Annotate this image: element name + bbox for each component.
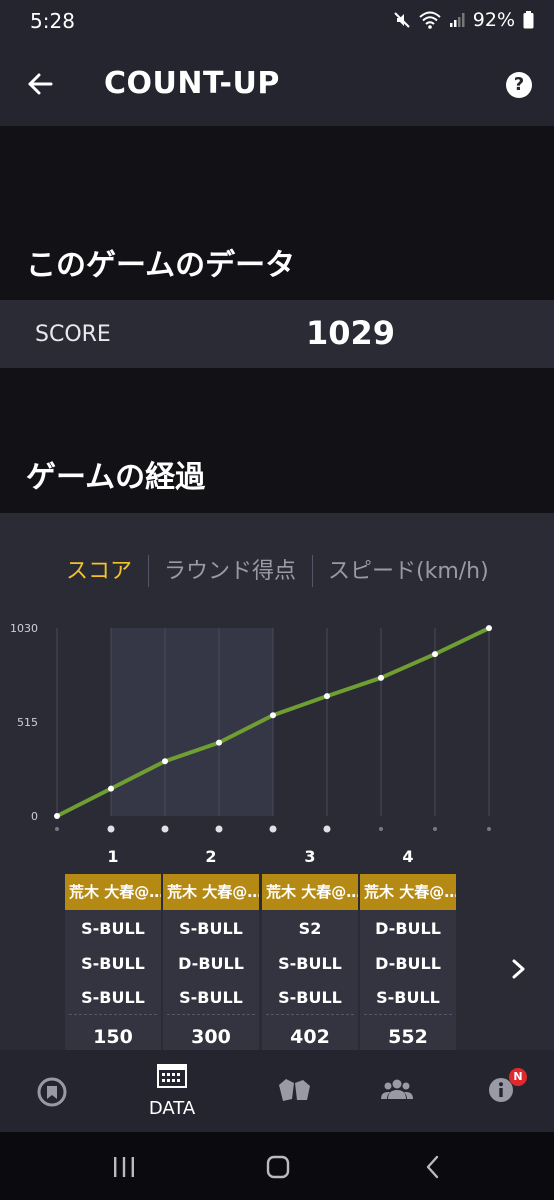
divider (69, 1014, 157, 1015)
data-point (324, 693, 330, 700)
calendar-icon (157, 1064, 187, 1088)
round-dot (487, 827, 491, 831)
round-number: 4 (402, 847, 414, 866)
data-point (108, 785, 114, 792)
round-card[interactable]: 荒木 大春@… S-BULL D-BULL S-BULL 300 (163, 874, 259, 1054)
nav-item-versus[interactable] (239, 1050, 349, 1132)
score-label: SCORE (35, 322, 111, 347)
round-total: 150 (93, 1026, 133, 1048)
data-point (54, 813, 60, 819)
round-dot (107, 825, 115, 833)
round-total: 300 (191, 1026, 231, 1048)
y-tick-label: 515 (17, 716, 38, 729)
status-icons: 92% (393, 9, 534, 31)
round-dot (161, 825, 169, 833)
versus-icon (279, 1079, 310, 1101)
dart-2: D-BULL (375, 954, 441, 973)
player-name: 荒木 大春@… (163, 874, 259, 910)
bottom-nav: DATA N (0, 1050, 554, 1132)
dart-3: S-BULL (179, 988, 243, 1007)
chevron-right-icon[interactable] (508, 955, 530, 983)
app-bar: COUNT-UP ? (0, 44, 554, 126)
data-point (432, 651, 438, 658)
highlight-band (111, 628, 273, 816)
dart-2: D-BULL (178, 954, 244, 973)
battery-icon (523, 11, 534, 29)
tab-divider (148, 555, 149, 587)
dart-3: S-BULL (376, 988, 440, 1007)
graph-tabs: スコア ラウンド得点 スピード(km/h) (0, 553, 554, 589)
this-game-title: このゲームのデータ (26, 248, 296, 283)
dart-1: D-BULL (375, 919, 441, 938)
system-nav-bar (0, 1132, 554, 1200)
dart-1: S-BULL (81, 919, 145, 938)
round-dot (55, 827, 59, 831)
nav-item-data[interactable]: DATA (117, 1050, 227, 1132)
score-value: 1029 (306, 314, 396, 352)
graph-panel: スコア ラウンド得点 スピード(km/h) 1030 515 0 1 2 3 4 荒… (0, 513, 554, 1054)
dart-1: S-BULL (179, 919, 243, 938)
friends-icon (381, 1079, 413, 1099)
player-name: 荒木 大春@… (360, 874, 456, 910)
round-dot (323, 825, 331, 833)
dart-3: S-BULL (278, 988, 342, 1007)
score-chart: 1030 515 0 (10, 622, 492, 833)
nav-item-friends[interactable] (342, 1050, 452, 1132)
round-card[interactable]: 荒木 大春@… S2 S-BULL S-BULL 402 (262, 874, 358, 1054)
recent-apps-icon[interactable] (112, 1156, 136, 1178)
round-dot (379, 827, 383, 831)
this-game-section: このゲームのデータ (0, 126, 554, 300)
system-back-icon[interactable] (424, 1155, 442, 1179)
data-point (162, 758, 168, 765)
round-dot (433, 827, 437, 831)
battery-percent: 92% (472, 9, 515, 31)
round-number: 2 (205, 847, 217, 866)
dart-3: S-BULL (81, 988, 145, 1007)
nav-label-data: DATA (148, 1098, 196, 1119)
help-icon[interactable]: ? (506, 72, 532, 98)
home-icon[interactable] (266, 1155, 290, 1179)
divider (266, 1014, 354, 1015)
back-arrow-icon[interactable] (24, 68, 56, 100)
status-bar: 5:28 92% (0, 0, 554, 44)
data-point (486, 625, 492, 632)
tab-score[interactable]: スコア (66, 553, 132, 585)
round-total: 402 (290, 1026, 330, 1048)
score-row: SCORE 1029 (0, 300, 554, 368)
round-dot (215, 825, 223, 833)
wifi-icon (419, 11, 441, 29)
tab-speed[interactable]: スピード(km/h) (328, 553, 489, 585)
data-point (378, 674, 384, 681)
round-number: 1 (107, 847, 119, 866)
y-tick-label: 0 (31, 810, 38, 823)
signal-icon (449, 13, 465, 27)
progress-section: ゲームの経過 (0, 368, 554, 513)
dart-1: S2 (298, 919, 322, 938)
y-tick-label: 1030 (10, 622, 38, 635)
tab-round-points[interactable]: ラウンド得点 (164, 553, 296, 585)
data-point (216, 739, 222, 746)
round-dot (269, 825, 277, 833)
nav-item-info[interactable]: N (446, 1050, 554, 1132)
mute-icon (394, 12, 410, 28)
round-total: 552 (388, 1026, 428, 1048)
progress-title: ゲームの経過 (26, 460, 206, 495)
player-name: 荒木 大春@… (65, 874, 161, 910)
divider (167, 1014, 255, 1015)
data-point (270, 712, 276, 719)
status-time: 5:28 (30, 9, 75, 33)
page-title: COUNT-UP (104, 66, 280, 101)
divider (364, 1014, 452, 1015)
tab-divider (312, 555, 313, 587)
dart-2: S-BULL (81, 954, 145, 973)
dartboard-icon (37, 1077, 67, 1107)
notification-badge: N (509, 1068, 527, 1086)
player-name: 荒木 大春@… (262, 874, 358, 910)
round-number: 3 (304, 847, 316, 866)
round-card[interactable]: 荒木 大春@… S-BULL S-BULL S-BULL 150 (65, 874, 161, 1054)
nav-item-dartboard[interactable] (0, 1050, 107, 1132)
dart-2: S-BULL (278, 954, 342, 973)
round-card[interactable]: 荒木 大春@… D-BULL D-BULL S-BULL 552 (360, 874, 456, 1054)
